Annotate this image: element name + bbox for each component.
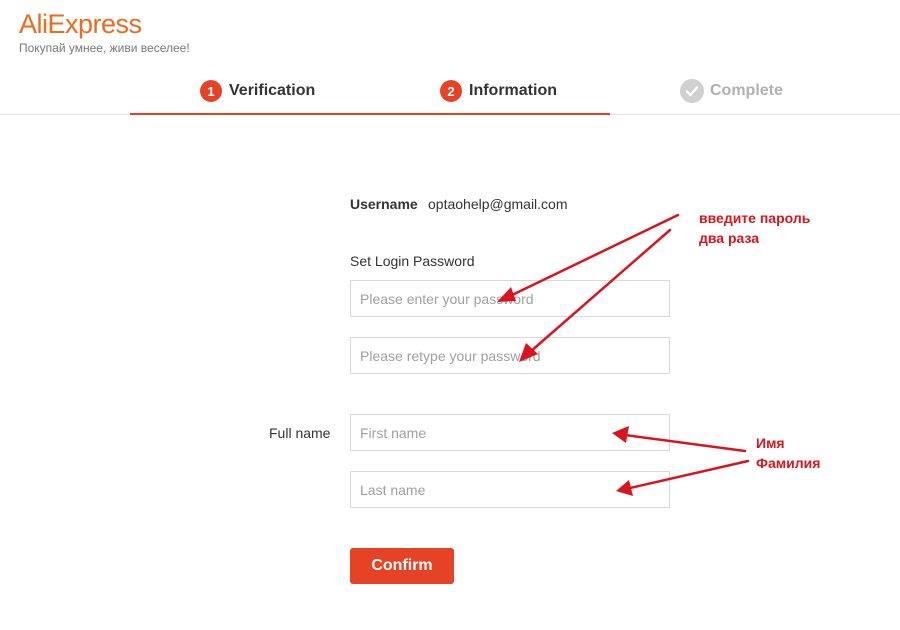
step-complete: Complete [680, 79, 783, 103]
retype-password-input[interactable] [350, 337, 670, 374]
set-password-label: Set Login Password [350, 253, 475, 269]
page: AliExpress Покупай умнее, живи веселее! … [0, 0, 900, 630]
aliexpress-logo[interactable]: AliExpress [19, 8, 142, 40]
password-input[interactable] [350, 280, 670, 317]
name-annotation-line1: Имя [756, 435, 785, 451]
last-name-input[interactable] [350, 471, 670, 508]
step-label: Information [469, 82, 557, 99]
step-information: 2 Information [440, 79, 557, 103]
step-number-badge: 2 [440, 80, 462, 102]
steps-progress-bar [130, 113, 610, 115]
logo-tagline: Покупай умнее, живи веселее! [19, 41, 190, 55]
confirm-button[interactable]: Confirm [350, 548, 454, 584]
first-name-input[interactable] [350, 414, 670, 451]
password-annotation-line1: введите пароль [699, 210, 811, 226]
step-number-badge: 1 [200, 80, 222, 102]
step-verification: 1 Verification [200, 79, 315, 103]
name-annotation: Имя Фамилия [756, 433, 820, 473]
check-icon [680, 79, 704, 103]
username-label: Username [350, 196, 418, 212]
password-annotation: введите пароль два раза [699, 208, 810, 248]
name-annotation-line2: Фамилия [756, 455, 821, 471]
step-label: Verification [229, 82, 316, 99]
username-value: optaohelp@gmail.com [428, 196, 568, 212]
step-label: Complete [710, 82, 783, 99]
full-name-label: Full name [269, 425, 331, 441]
password-annotation-line2: два раза [699, 230, 760, 246]
